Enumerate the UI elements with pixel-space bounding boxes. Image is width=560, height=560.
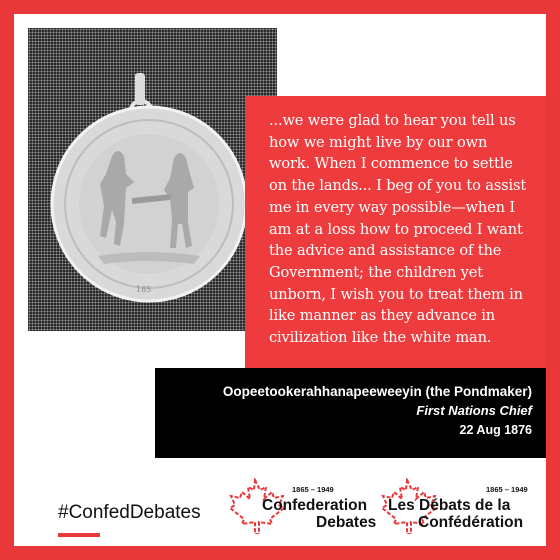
card: 185 ...we were glad to hear you tell us … xyxy=(14,14,546,546)
logo-en-years: 1865 – 1949 xyxy=(292,485,334,494)
quote-box: ...we were glad to hear you tell us how … xyxy=(245,96,546,377)
red-border-frame: 185 ...we were glad to hear you tell us … xyxy=(0,0,560,560)
speaker-name: Oopeetookerahhanapeeweeyin (the Pondmake… xyxy=(222,384,532,399)
confederation-debates-logo: 1865 – 1949 Confederation Debates xyxy=(226,476,377,535)
logo-fr-line2: Confédération xyxy=(418,514,524,531)
logo-en-line2: Debates xyxy=(316,514,377,531)
svg-text:185: 185 xyxy=(136,285,151,294)
speaker-role: First Nations Chief xyxy=(416,403,532,418)
logo-fr-line1: Les Débats de la xyxy=(388,497,511,514)
logo-en-line1: Confederation xyxy=(262,497,368,514)
attribution-bar: Oopeetookerahhanapeeweeyin (the Pondmake… xyxy=(155,368,546,458)
quote-text: ...we were glad to hear you tell us how … xyxy=(269,112,527,347)
speech-date: 22 Aug 1876 xyxy=(459,423,533,437)
hashtag: #ConfedDebates xyxy=(58,502,201,523)
logo-fr-years: 1865 – 1949 xyxy=(486,485,528,494)
debats-confederation-logo: 1865 – 1949 Les Débats de la Confédérati… xyxy=(378,476,538,535)
hashtag-underline xyxy=(58,533,100,537)
treaty-medal-image: 185 xyxy=(28,28,277,331)
